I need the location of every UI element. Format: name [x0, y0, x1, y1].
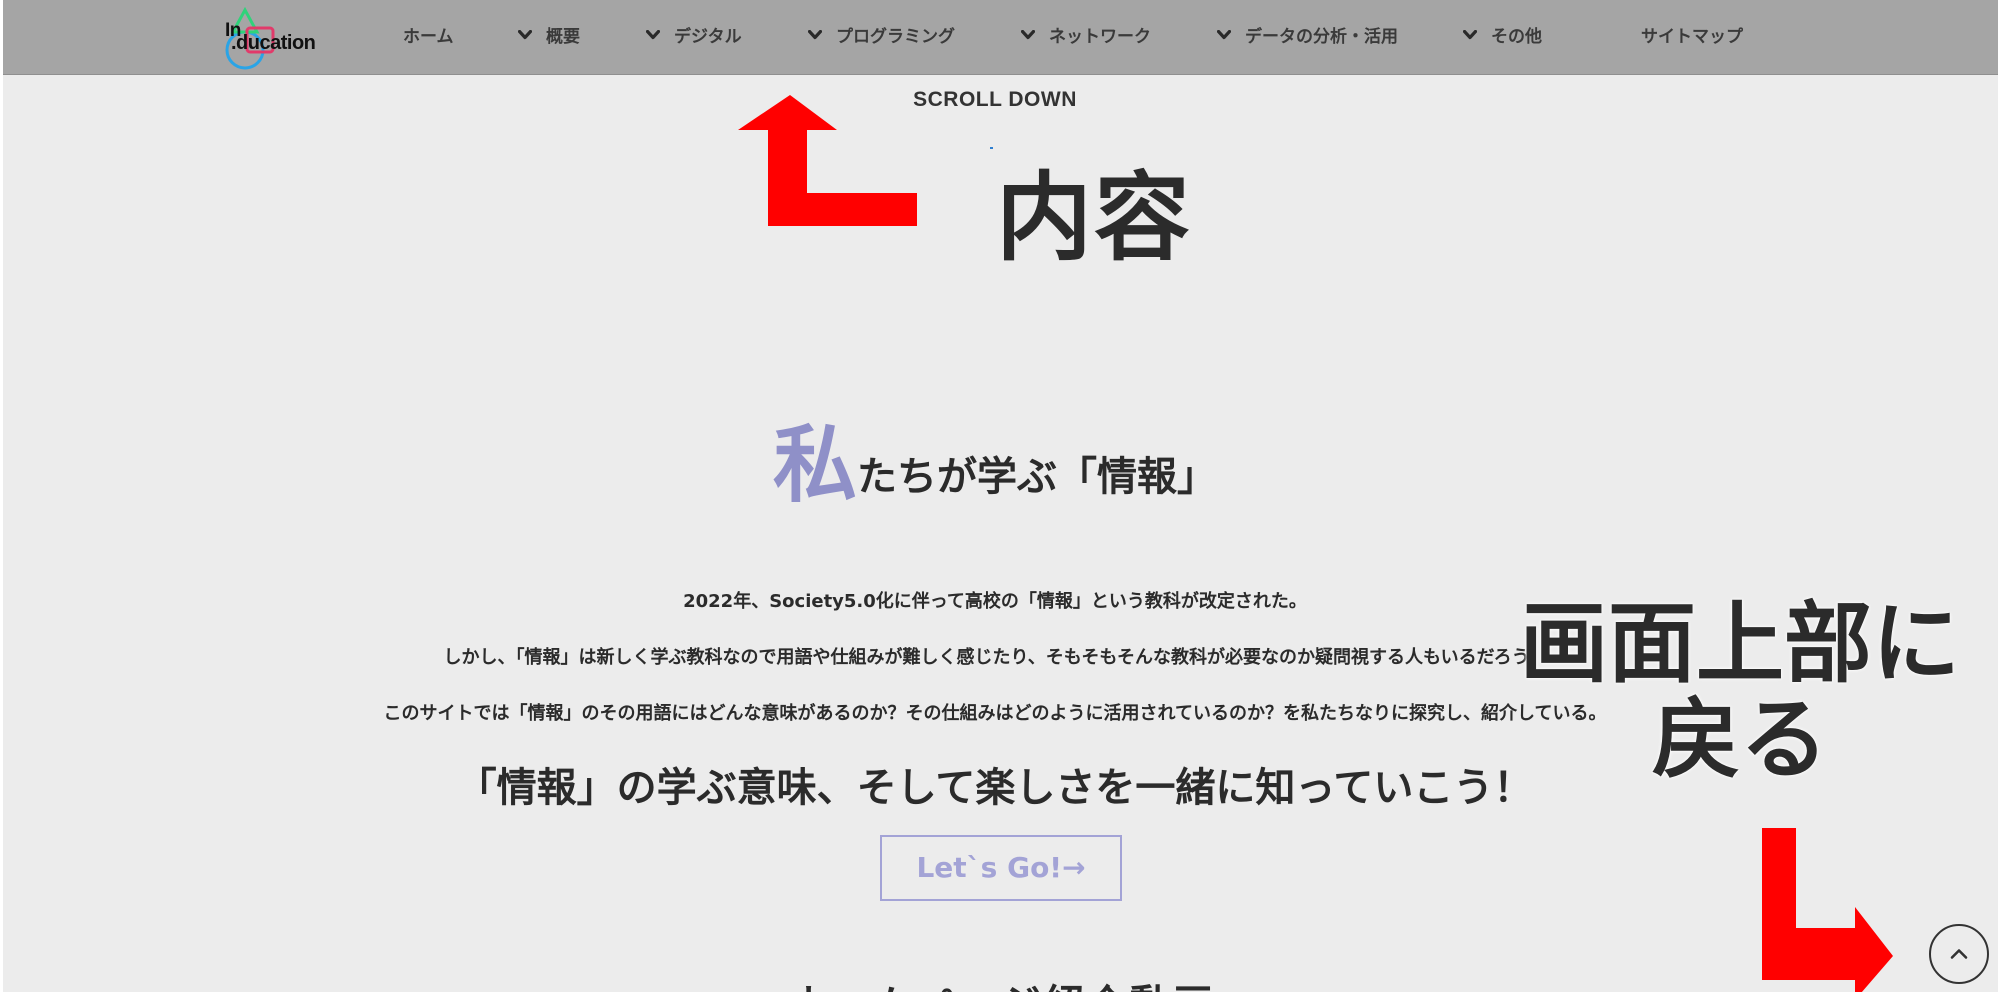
- annotation-line-1: 画面上部に: [1519, 592, 1960, 695]
- next-section-heading: ホームページ紹介動画: [788, 972, 1216, 992]
- bottom-edge: [0, 992, 2002, 1001]
- page: In .ducation ホーム 概要 デジタル プログラミング ネットワーク: [3, 0, 1998, 992]
- annotation-content-label: 内容: [996, 162, 1192, 274]
- chevron-up-icon: [1950, 949, 1968, 959]
- back-to-top-button[interactable]: [1929, 924, 1989, 984]
- section-title-first-char: 私: [772, 416, 857, 514]
- arrow-down-right-annotation-icon: [1762, 828, 1893, 992]
- lets-go-button[interactable]: Let`s Go!→: [880, 835, 1122, 901]
- section-title-rest: たちが学ぶ「情報」: [857, 454, 1217, 500]
- section-title: 私たちが学ぶ「情報」: [3, 398, 1987, 519]
- annotation-back-to-top-label: 画面上部に 戻る: [1505, 596, 1975, 788]
- annotation-line-2: 戻る: [1651, 688, 1828, 791]
- arrow-up-annotation-icon: [738, 95, 917, 226]
